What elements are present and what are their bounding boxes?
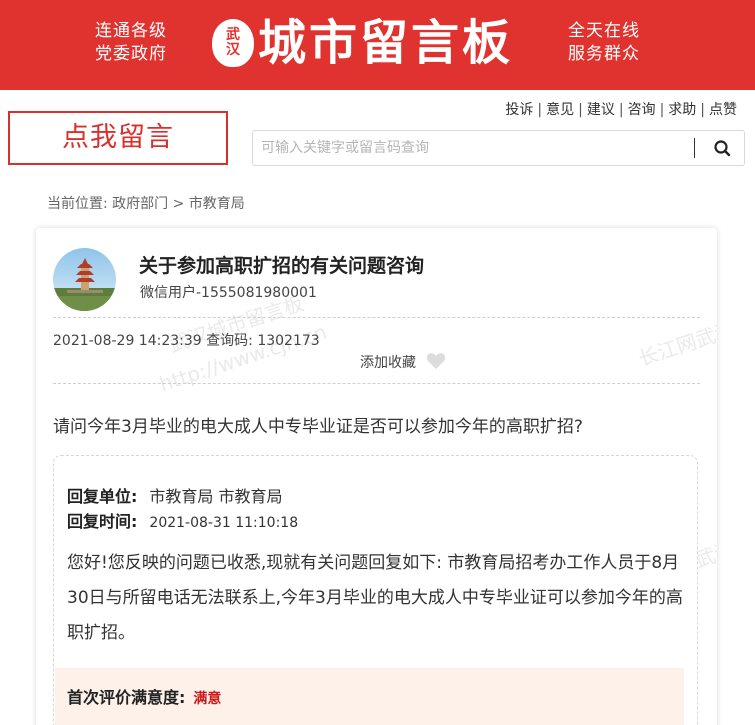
reply-unit-label: 回复单位: [67,487,138,506]
link-consult[interactable]: 咨询 [628,102,656,118]
message-card: 武汉城市留言板 http://www.cjn.cn 长江网武汉 武汉城市留言板 … [36,228,717,725]
slogan-left: 连通各级 党委政府 [95,20,167,66]
link-complaint[interactable]: 投诉 [505,102,533,118]
wuhan-seal-logo: 武 汉 [212,19,254,67]
reply-unit-row: 回复单位: 市教育局 市教育局 [67,483,283,507]
link-praise[interactable]: 点赞 [709,102,737,118]
reply-time-row: 回复时间: 2021-08-31 11:10:18 [67,508,298,532]
message-title: 关于参加高职扩招的有关问题咨询 [139,255,425,277]
site-title: 城市留言板 [258,15,514,71]
link-separator: | [537,102,543,118]
rating-label: 首次评价满意度: [67,688,186,707]
breadcrumb-path[interactable]: 政府部门 > 市教育局 [112,196,245,212]
breadcrumb-prefix: 当前位置: [47,196,108,212]
slogan-right-line-2: 服务群众 [568,44,640,64]
reply-text: 您好!您反映的问题已收悉,现就有关问题回复如下: 市教育局招考办工作人员于8月3… [67,553,683,643]
search-divider [694,138,695,158]
add-favorite-button[interactable]: 添加收藏 [360,352,446,372]
question-text: 请问今年3月毕业的电大成人中专毕业证是否可以参加今年的高职扩招? [53,417,583,437]
slogan-left-line-2: 党委政府 [95,44,167,64]
search-icon [714,140,731,157]
link-help[interactable]: 求助 [668,102,696,118]
message-author: 微信用户-1555081980001 [140,285,317,301]
leave-message-button[interactable]: 点我留言 [8,111,228,165]
reply-time-label: 回复时间: [67,512,138,531]
link-separator: | [618,102,624,118]
message-datetime: 2021-08-29 14:23:39 [53,333,202,349]
link-separator: | [700,102,705,118]
watermark: 长江网武汉 [635,317,717,371]
add-favorite-label: 添加收藏 [360,355,416,371]
slogan-right-line-1: 全天在线 [568,21,640,41]
reply-unit-value: 市教育局 市教育局 [149,487,283,506]
slogan-right: 全天在线 服务群众 [568,20,640,66]
search-button[interactable] [703,134,741,162]
seal-char-1: 武 [226,27,240,43]
search-input[interactable] [253,131,693,165]
link-opinion[interactable]: 意见 [546,102,574,118]
message-meta: 2021-08-29 14:23:39 查询码: 1302173 [53,330,320,350]
user-avatar [53,248,116,311]
reply-box: 回复单位: 市教育局 市教育局 回复时间: 2021-08-31 11:10:18 … [53,455,698,725]
query-code: 1302173 [257,333,320,349]
seal-char-2: 汉 [226,42,240,58]
heart-icon [427,353,446,369]
category-links: 投诉 | 意见 | 建议 | 咨询 | 求助 | 点赞 [505,99,737,119]
link-separator: | [659,102,665,118]
search-bar [252,130,745,166]
rating-value: 满意 [193,691,222,707]
pagoda-avatar-image [53,248,116,311]
header-banner: 连通各级 党委政府 武 汉 城市留言板 全天在线 服务群众 [0,0,755,90]
link-separator: | [578,102,583,118]
breadcrumb: 当前位置: 政府部门 > 市教育局 [47,193,245,213]
divider [53,383,700,384]
link-suggestion[interactable]: 建议 [587,102,615,118]
satisfaction-rating: 首次评价满意度: 满意 [55,668,684,725]
query-code-label: 查询码: [206,333,253,349]
reply-time-value: 2021-08-31 11:10:18 [149,515,299,531]
slogan-left-line-1: 连通各级 [95,21,167,41]
divider [53,317,700,318]
